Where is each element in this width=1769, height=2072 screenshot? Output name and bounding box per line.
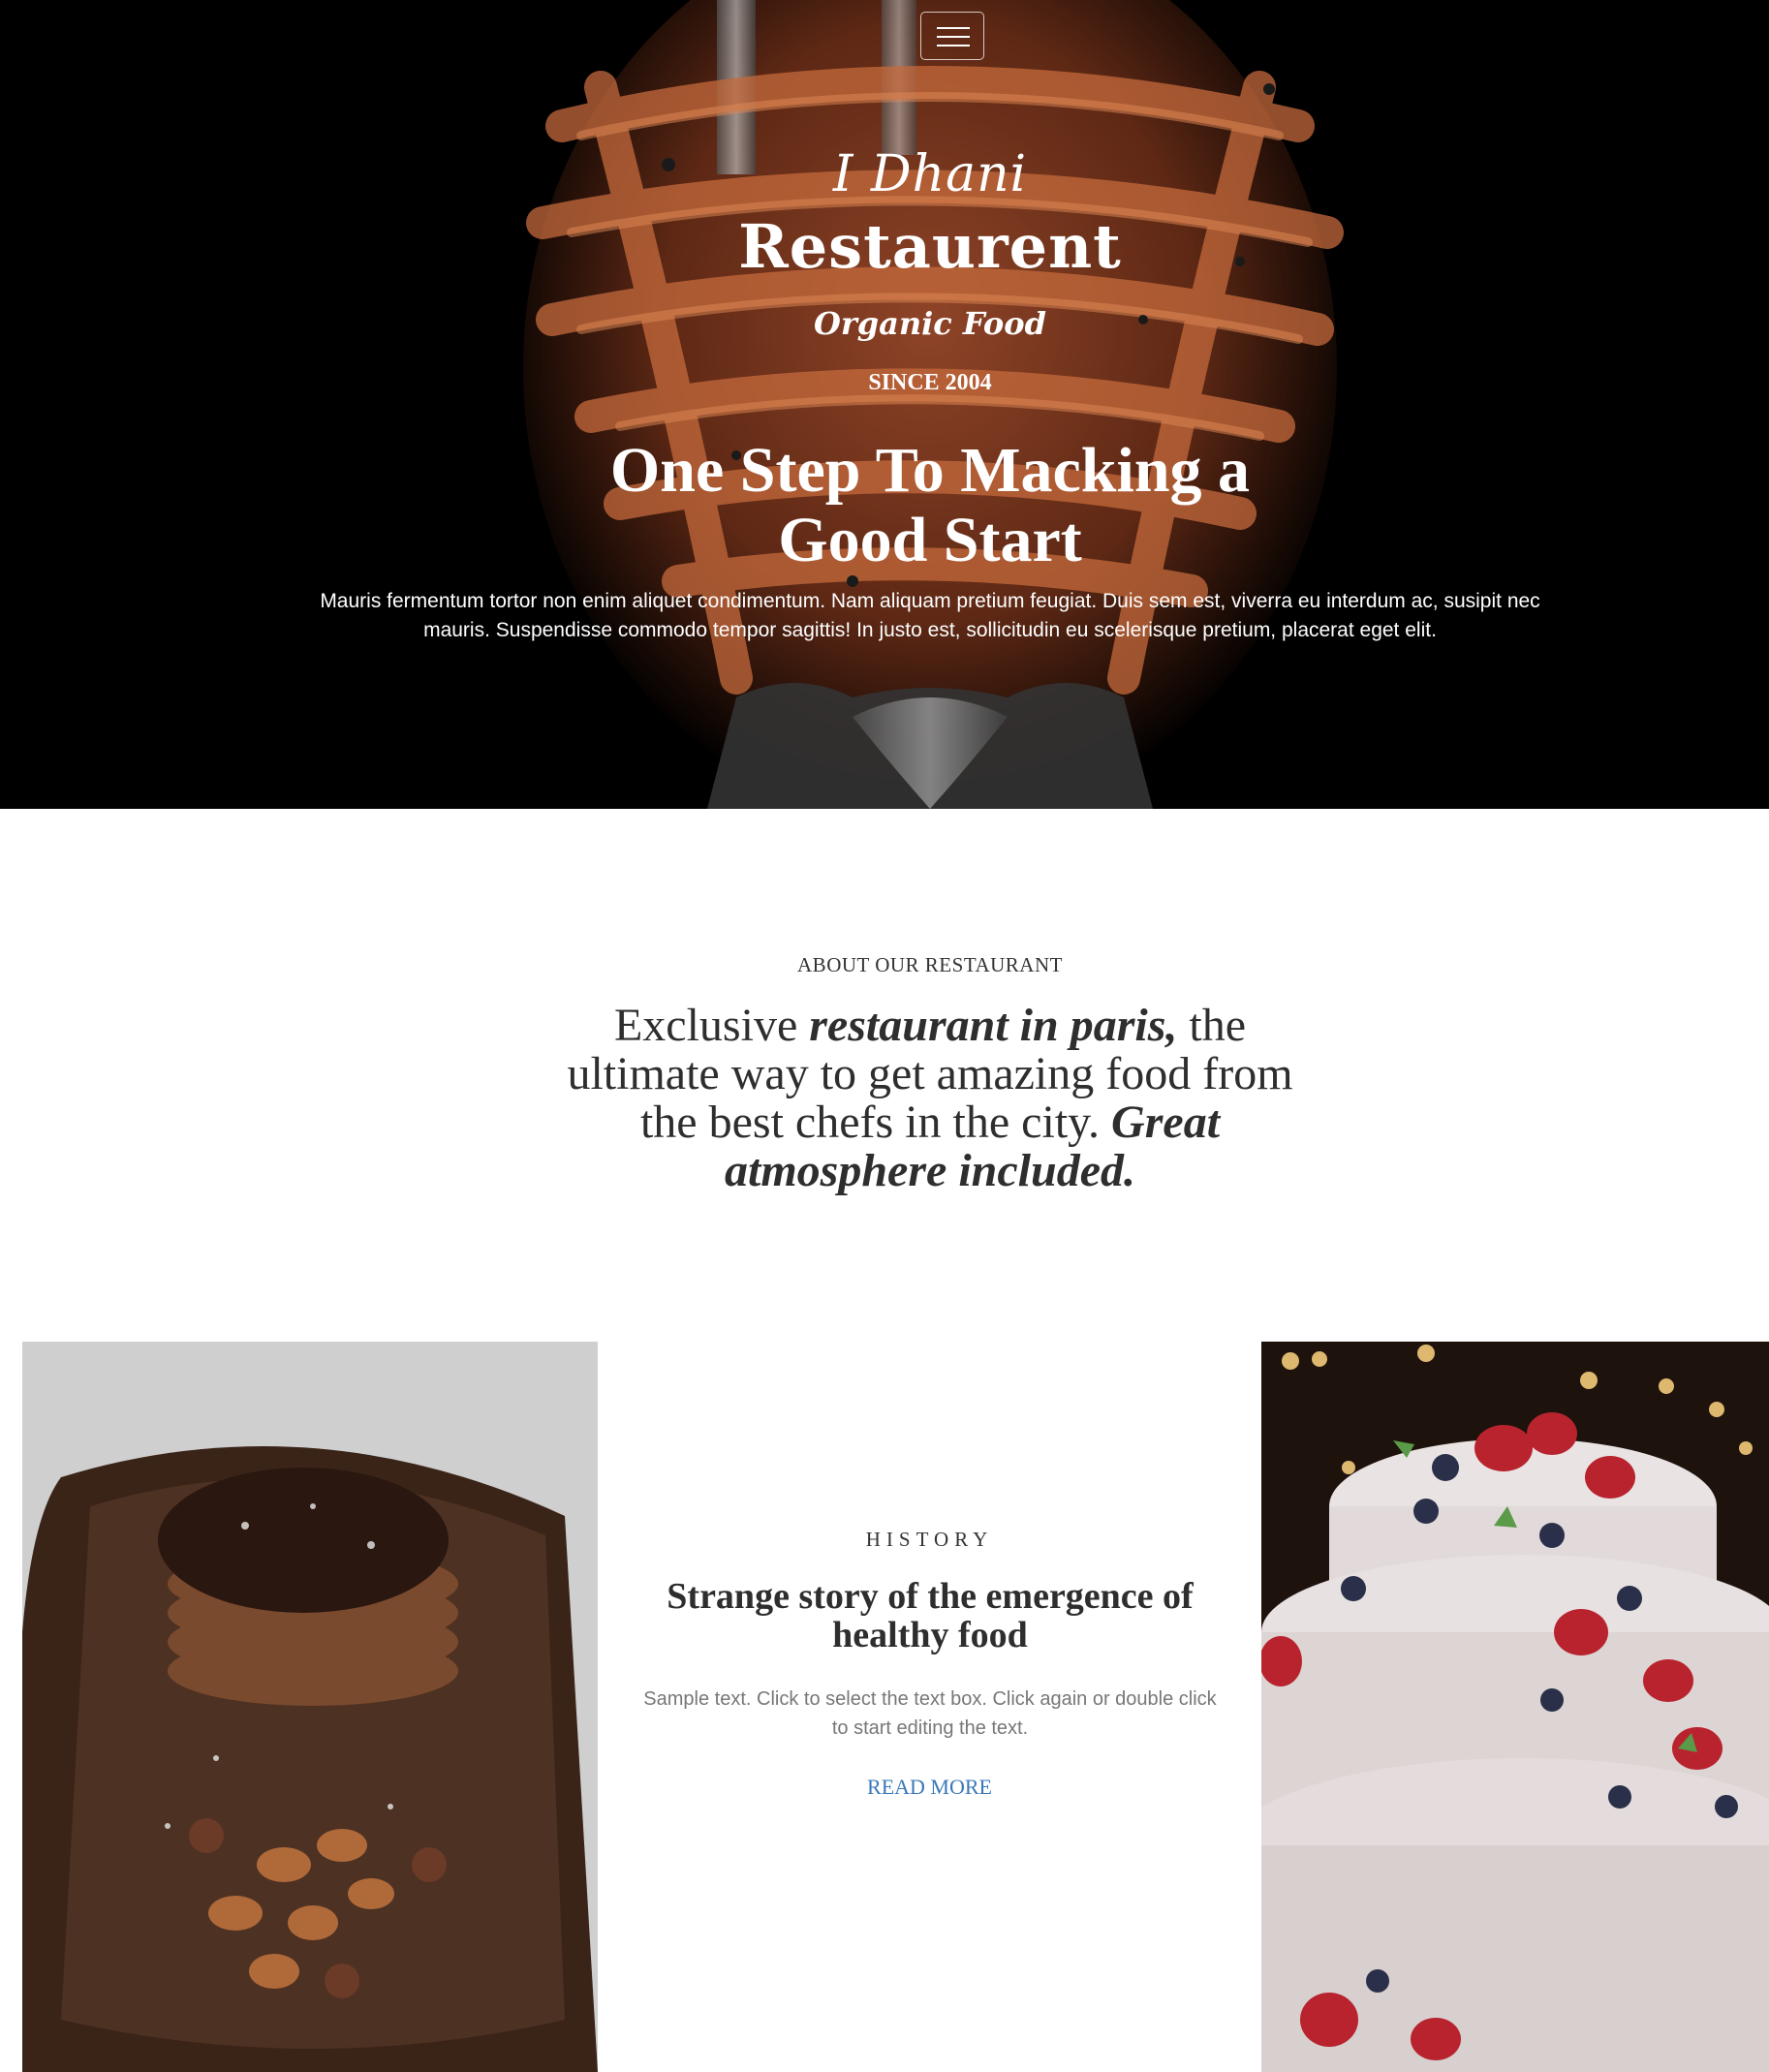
history-eyebrow: HISTORY: [865, 1528, 994, 1551]
brand-script-name: I Dhani: [832, 145, 1028, 203]
about-text-emphasis: restaurant in paris,: [809, 1000, 1178, 1051]
hamburger-menu-icon-bar: [937, 45, 970, 46]
spaghetti-fork-image: [0, 0, 1769, 809]
hero-section: I Dhani Restaurent Organic Food SINCE 20…: [0, 0, 1769, 809]
hero-heading: One Step To Macking a Good Start: [609, 435, 1251, 575]
about-text-part: Exclusive: [613, 1000, 810, 1051]
chocolate-pancakes-image: [22, 1342, 598, 2072]
about-statement: Exclusive restaurant in paris, the ultim…: [562, 1002, 1298, 1195]
read-more-link[interactable]: READ MORE: [598, 1775, 1261, 1800]
hamburger-menu-icon-bar: [937, 36, 970, 38]
menu-toggle-button[interactable]: [920, 12, 984, 60]
berry-cake-image: [1261, 1342, 1769, 2072]
history-title: Strange story of the emergence of health…: [667, 1576, 1194, 1655]
brand-tagline: Organic Food: [814, 305, 1046, 342]
brand-title: Restaurent: [738, 211, 1122, 282]
history-description: Sample text. Click to select the text bo…: [643, 1688, 1217, 1739]
hero-description: Mauris fermentum tortor non enim aliquet…: [320, 590, 1540, 641]
about-eyebrow: ABOUT OUR RESTAURANT: [797, 953, 1063, 976]
hamburger-menu-icon: [937, 27, 970, 29]
since-label: SINCE 2004: [868, 370, 992, 395]
